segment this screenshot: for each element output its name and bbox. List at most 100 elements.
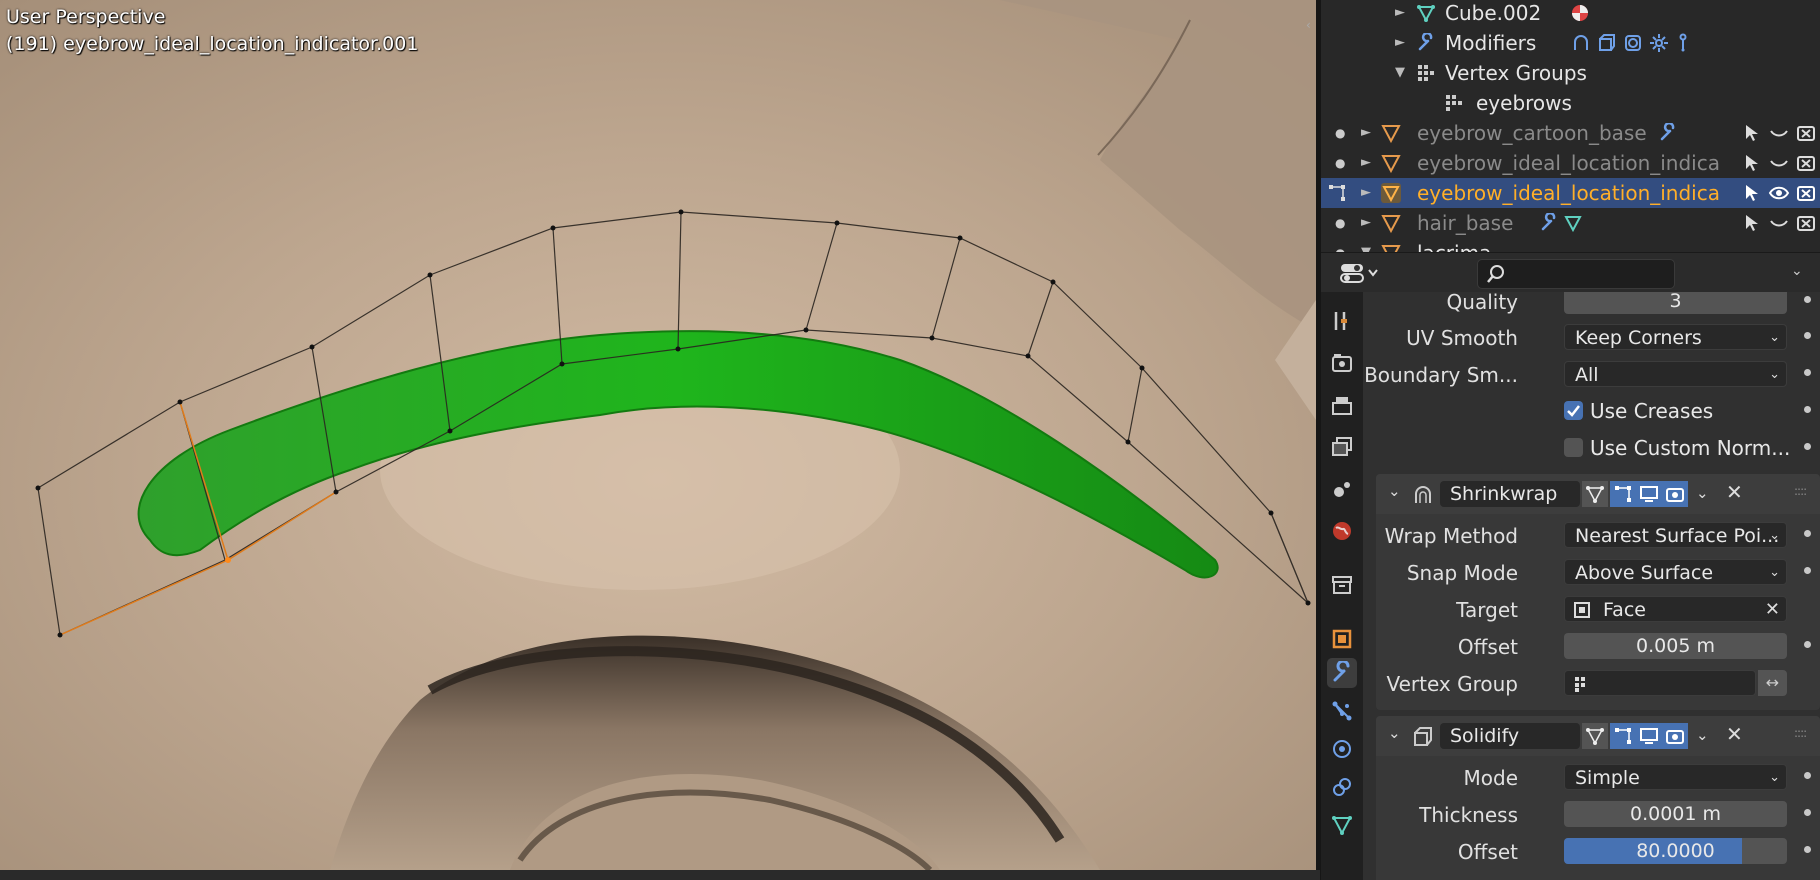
keyframe-dot[interactable]	[1804, 369, 1811, 376]
visibility-dot[interactable]: ●	[1335, 148, 1345, 178]
selectable-toggle-icon[interactable]	[1742, 152, 1764, 174]
outliner-row-vertex-groups[interactable]: ▼ Vertex Groups	[1321, 58, 1820, 88]
render-toggle-icon[interactable]	[1795, 212, 1817, 234]
thickness-field[interactable]: 0.0001 m	[1564, 801, 1787, 827]
outliner-row-modifiers[interactable]: ► Modifiers	[1321, 28, 1820, 58]
mesh-data-icon[interactable]	[1563, 213, 1583, 233]
lattice-modifier-icon[interactable]	[1649, 33, 1669, 53]
outliner-row-object[interactable]: ● ► eyebrow_ideal_location_indica	[1321, 148, 1820, 178]
keyframe-dot[interactable]	[1804, 332, 1811, 339]
solidify-name-field[interactable]: Solidify	[1440, 723, 1580, 749]
expand-arrow-icon[interactable]: ►	[1395, 0, 1405, 28]
solidify-modifier-icon[interactable]	[1597, 33, 1617, 53]
realtime-toggle[interactable]	[1636, 481, 1662, 507]
outliner[interactable]: ► Cube.002 ► Modifiers ▼ Vertex Groups e…	[1321, 0, 1820, 252]
wrap-method-dropdown[interactable]: Nearest Surface Poi... ⌄	[1564, 522, 1787, 548]
tab-physics[interactable]	[1327, 734, 1357, 764]
collapse-chevron-icon[interactable]: ⌄	[1388, 482, 1401, 500]
collapse-chevron-icon[interactable]: ⌄	[1388, 724, 1401, 742]
eye-closed-icon[interactable]	[1768, 212, 1790, 234]
realtime-toggle[interactable]	[1636, 723, 1662, 749]
chevron-down-icon[interactable]: ⌄	[1791, 263, 1803, 279]
quality-field[interactable]: 3	[1564, 292, 1787, 314]
keyframe-dot[interactable]	[1804, 406, 1811, 413]
tab-constraints[interactable]	[1327, 772, 1357, 802]
keyframe-dot[interactable]	[1804, 443, 1811, 450]
keyframe-dot[interactable]	[1804, 846, 1811, 853]
selectable-toggle-icon[interactable]	[1742, 182, 1764, 204]
tab-tool[interactable]	[1327, 306, 1357, 336]
properties-search-input[interactable]	[1477, 259, 1675, 289]
render-toggle-icon[interactable]	[1795, 152, 1817, 174]
boundary-smooth-dropdown[interactable]: All ⌄	[1564, 361, 1787, 387]
edit-mode-icon[interactable]	[1327, 183, 1347, 203]
edit-mode-toggle[interactable]	[1610, 723, 1636, 749]
shrinkwrap-name-field[interactable]: Shrinkwrap	[1440, 481, 1580, 507]
tab-world[interactable]	[1327, 516, 1357, 546]
selectable-toggle-icon[interactable]	[1742, 212, 1764, 234]
eye-open-icon[interactable]	[1768, 182, 1790, 204]
edit-cage-toggle[interactable]	[1582, 481, 1608, 507]
tab-render[interactable]	[1327, 348, 1357, 378]
outliner-row-active-object[interactable]: ► eyebrow_ideal_location_indica	[1321, 178, 1820, 208]
editor-type-icon[interactable]	[1339, 261, 1385, 285]
edit-mode-toggle[interactable]	[1610, 481, 1636, 507]
chevron-down-icon[interactable]: ⌄	[1696, 726, 1709, 744]
wrench-icon[interactable]	[1658, 123, 1678, 143]
material-icon[interactable]	[1570, 3, 1590, 23]
tab-data[interactable]	[1327, 810, 1357, 840]
chevron-down-icon[interactable]: ⌄	[1696, 484, 1709, 502]
tab-scene[interactable]	[1327, 474, 1357, 504]
collapse-arrow-icon[interactable]: ▼	[1361, 238, 1371, 252]
expand-arrow-icon[interactable]: ►	[1395, 28, 1405, 58]
mode-dropdown[interactable]: Simple ⌄	[1564, 764, 1787, 790]
hook-modifier-icon[interactable]	[1673, 33, 1693, 53]
sidebar-toggle-icon[interactable]: ‹	[1306, 18, 1316, 38]
render-toggle[interactable]	[1662, 723, 1688, 749]
keyframe-dot[interactable]	[1804, 772, 1811, 779]
tab-modifiers[interactable]	[1327, 658, 1357, 688]
viewport-scene[interactable]	[0, 0, 1316, 870]
keyframe-dot[interactable]	[1804, 296, 1811, 303]
outliner-row-object[interactable]: ● ► hair_base	[1321, 208, 1820, 238]
close-icon[interactable]: ✕	[1726, 722, 1743, 746]
tab-collection[interactable]	[1327, 570, 1357, 600]
invert-toggle-icon[interactable]: ↔	[1758, 670, 1787, 696]
collapse-arrow-icon[interactable]: ▼	[1395, 58, 1405, 88]
outliner-row-object[interactable]: ● ► eyebrow_cartoon_base	[1321, 118, 1820, 148]
solidify-offset-slider[interactable]: 80.0000	[1564, 838, 1787, 864]
render-toggle-icon[interactable]	[1795, 182, 1817, 204]
tab-view-layer[interactable]	[1327, 432, 1357, 462]
tab-output[interactable]	[1327, 390, 1357, 420]
keyframe-dot[interactable]	[1804, 530, 1811, 537]
expand-arrow-icon[interactable]: ►	[1361, 178, 1371, 208]
visibility-dot[interactable]: ●	[1335, 118, 1345, 148]
use-creases-checkbox[interactable]	[1564, 401, 1583, 420]
eye-closed-icon[interactable]	[1768, 122, 1790, 144]
drag-handle-icon[interactable]: ::::	[1794, 726, 1807, 740]
drag-handle-icon[interactable]: ::::	[1794, 484, 1807, 498]
visibility-dot[interactable]: ●	[1335, 208, 1345, 238]
clear-icon[interactable]: ✕	[1765, 597, 1780, 621]
edit-cage-toggle[interactable]	[1582, 723, 1608, 749]
vertex-group-field[interactable]	[1564, 670, 1756, 696]
keyframe-dot[interactable]	[1804, 567, 1811, 574]
visibility-dot[interactable]: ●	[1335, 238, 1345, 252]
shrinkwrap-header[interactable]: ⌄ Shrinkwrap ⌄ ✕ ::::	[1376, 474, 1820, 514]
snap-mode-dropdown[interactable]: Above Surface ⌄	[1564, 559, 1787, 585]
outliner-row-vertex-group[interactable]: eyebrows	[1321, 88, 1820, 118]
tab-object[interactable]	[1327, 624, 1357, 654]
close-icon[interactable]: ✕	[1726, 480, 1743, 504]
eye-closed-icon[interactable]	[1768, 152, 1790, 174]
3d-viewport[interactable]: User Perspective (191) eyebrow_ideal_loc…	[0, 0, 1316, 870]
expand-arrow-icon[interactable]: ►	[1361, 208, 1371, 238]
subdivision-modifier-icon[interactable]	[1623, 33, 1643, 53]
wrench-icon[interactable]	[1539, 213, 1559, 233]
target-field[interactable]: Face ✕	[1564, 596, 1787, 622]
shrinkwrap-modifier-icon[interactable]	[1571, 33, 1591, 53]
uv-smooth-dropdown[interactable]: Keep Corners ⌄	[1564, 324, 1787, 350]
expand-arrow-icon[interactable]: ►	[1361, 148, 1371, 178]
use-custom-normals-checkbox[interactable]	[1564, 438, 1583, 457]
outliner-row-mesh-data[interactable]: ► Cube.002	[1321, 0, 1820, 28]
keyframe-dot[interactable]	[1804, 809, 1811, 816]
